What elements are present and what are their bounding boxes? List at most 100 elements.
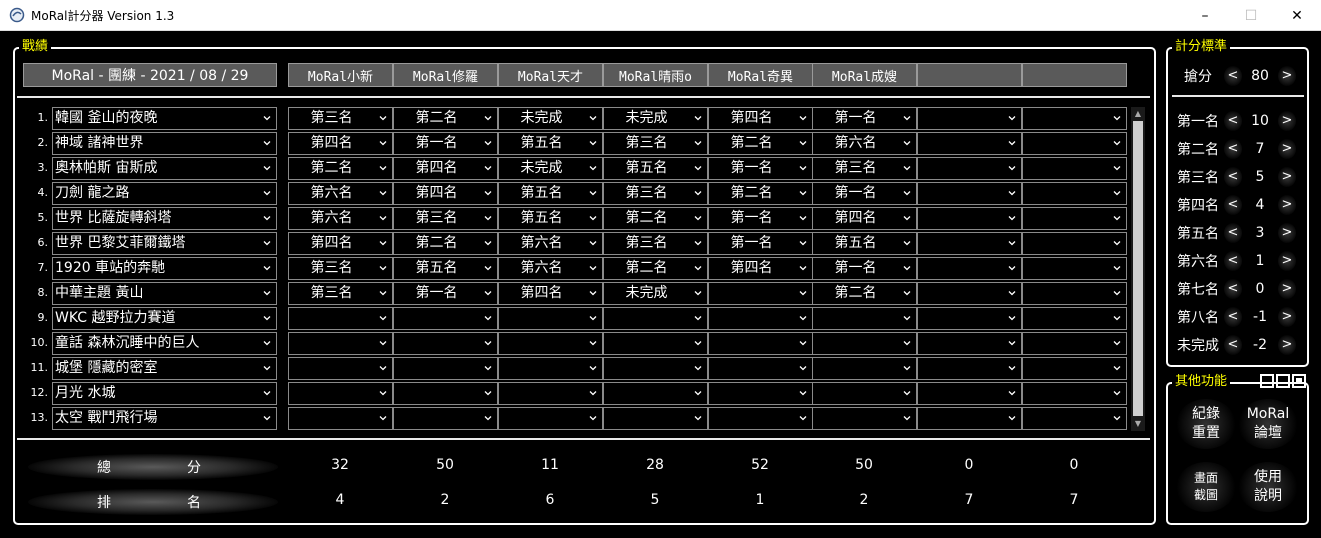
track-select[interactable]: 中華主題 黃山 [52, 282, 277, 305]
rank-select[interactable]: 第一名 [708, 232, 813, 255]
rank-select[interactable] [393, 407, 498, 430]
score-increase[interactable]: > [1278, 335, 1296, 355]
player-header[interactable]: MoRal成嫂 [812, 63, 917, 87]
rank-select[interactable] [393, 307, 498, 330]
player-header[interactable]: MoRal晴雨o [603, 63, 708, 87]
rank-select[interactable] [1022, 132, 1127, 155]
rank-select[interactable]: 第五名 [812, 232, 917, 255]
rank-select[interactable] [393, 382, 498, 405]
rank-select[interactable]: 第四名 [288, 232, 393, 255]
rank-select[interactable] [708, 307, 813, 330]
rank-select[interactable] [1022, 307, 1127, 330]
rank-select[interactable]: 第六名 [288, 207, 393, 230]
rank-select[interactable] [288, 332, 393, 355]
rank-select[interactable] [708, 382, 813, 405]
rank-select[interactable] [1022, 407, 1127, 430]
score-decrease[interactable]: < [1224, 111, 1242, 131]
rank-select[interactable] [393, 332, 498, 355]
rank-select[interactable]: 第四名 [812, 207, 917, 230]
rank-select[interactable] [708, 357, 813, 380]
view-mode-1-icon[interactable] [1260, 374, 1274, 388]
rank-select[interactable]: 第一名 [708, 207, 813, 230]
player-header[interactable]: MoRal小新 [288, 63, 393, 87]
score-decrease[interactable]: < [1224, 251, 1242, 271]
rank-select[interactable]: 第二名 [603, 257, 708, 280]
track-select[interactable]: 太空 戰鬥飛行場 [52, 407, 277, 430]
rank-select[interactable]: 第三名 [603, 182, 708, 205]
score-decrease[interactable]: < [1224, 139, 1242, 159]
score-increase[interactable]: > [1278, 139, 1296, 159]
rank-select[interactable]: 第四名 [708, 257, 813, 280]
view-mode-2-icon[interactable] [1276, 374, 1290, 388]
rank-select[interactable]: 第二名 [708, 182, 813, 205]
track-select[interactable]: 世界 巴黎艾菲爾鐵塔 [52, 232, 277, 255]
rank-select[interactable] [812, 382, 917, 405]
scroll-thumb[interactable] [1133, 121, 1143, 416]
view-mode-3-icon[interactable] [1292, 374, 1306, 388]
rank-select[interactable]: 第一名 [393, 282, 498, 305]
rank-select[interactable] [917, 157, 1022, 180]
minimize-button[interactable]: – [1182, 0, 1228, 31]
rank-select[interactable]: 第四名 [393, 182, 498, 205]
player-header[interactable]: MoRal奇異 [708, 63, 813, 87]
rank-select[interactable]: 未完成 [498, 157, 603, 180]
rank-select[interactable]: 第二名 [393, 232, 498, 255]
reset-record-button[interactable]: 紀錄 重置 [1176, 399, 1236, 449]
rank-select[interactable] [288, 382, 393, 405]
rank-select[interactable]: 第六名 [498, 257, 603, 280]
rank-select[interactable] [603, 357, 708, 380]
rank-select[interactable] [812, 357, 917, 380]
rank-select[interactable]: 第五名 [498, 182, 603, 205]
rank-select[interactable] [603, 332, 708, 355]
rank-select[interactable] [1022, 107, 1127, 130]
score-decrease[interactable]: < [1224, 307, 1242, 327]
rank-select[interactable]: 第二名 [812, 282, 917, 305]
rank-select[interactable] [1022, 207, 1127, 230]
rank-select[interactable] [1022, 282, 1127, 305]
grab-score-decrease[interactable]: < [1224, 66, 1242, 86]
rank-select[interactable]: 未完成 [603, 282, 708, 305]
rank-select[interactable] [498, 382, 603, 405]
maximize-button[interactable]: ☐ [1228, 0, 1274, 31]
rank-select[interactable]: 第六名 [288, 182, 393, 205]
rank-select[interactable] [498, 407, 603, 430]
track-select[interactable]: 1920 車站的奔馳 [52, 257, 277, 280]
grab-score-increase[interactable]: > [1278, 66, 1296, 86]
rank-select[interactable] [708, 407, 813, 430]
rank-select[interactable] [1022, 257, 1127, 280]
score-increase[interactable]: > [1278, 167, 1296, 187]
track-select[interactable]: WKC 越野拉力賽道 [52, 307, 277, 330]
rank-select[interactable] [288, 307, 393, 330]
player-header[interactable] [917, 63, 1022, 87]
rank-select[interactable]: 第一名 [708, 157, 813, 180]
rank-select[interactable] [917, 257, 1022, 280]
rank-select[interactable]: 第三名 [288, 257, 393, 280]
track-select[interactable]: 童話 森林沉睡中的巨人 [52, 332, 277, 355]
rank-select[interactable] [498, 332, 603, 355]
player-header[interactable] [1022, 63, 1127, 87]
rank-select[interactable]: 第五名 [603, 157, 708, 180]
scroll-up-icon[interactable]: ▲ [1131, 107, 1145, 121]
rank-select[interactable]: 第六名 [498, 232, 603, 255]
score-increase[interactable]: > [1278, 279, 1296, 299]
rank-select[interactable]: 第四名 [708, 107, 813, 130]
track-select[interactable]: 刀劍 龍之路 [52, 182, 277, 205]
score-decrease[interactable]: < [1224, 335, 1242, 355]
score-increase[interactable]: > [1278, 251, 1296, 271]
rank-select[interactable]: 未完成 [498, 107, 603, 130]
rank-select[interactable] [917, 332, 1022, 355]
player-header[interactable]: MoRal修羅 [393, 63, 498, 87]
rank-select[interactable]: 第五名 [498, 207, 603, 230]
rank-select[interactable]: 第二名 [708, 132, 813, 155]
score-increase[interactable]: > [1278, 223, 1296, 243]
rank-select[interactable] [812, 307, 917, 330]
rank-select[interactable]: 第六名 [812, 132, 917, 155]
close-button[interactable]: ✕ [1274, 0, 1320, 31]
rank-select[interactable]: 第一名 [812, 257, 917, 280]
scroll-down-icon[interactable]: ▼ [1131, 417, 1145, 431]
rank-select[interactable]: 第五名 [498, 132, 603, 155]
score-increase[interactable]: > [1278, 195, 1296, 215]
rank-select[interactable] [917, 232, 1022, 255]
score-decrease[interactable]: < [1224, 167, 1242, 187]
rank-select[interactable]: 第四名 [393, 157, 498, 180]
